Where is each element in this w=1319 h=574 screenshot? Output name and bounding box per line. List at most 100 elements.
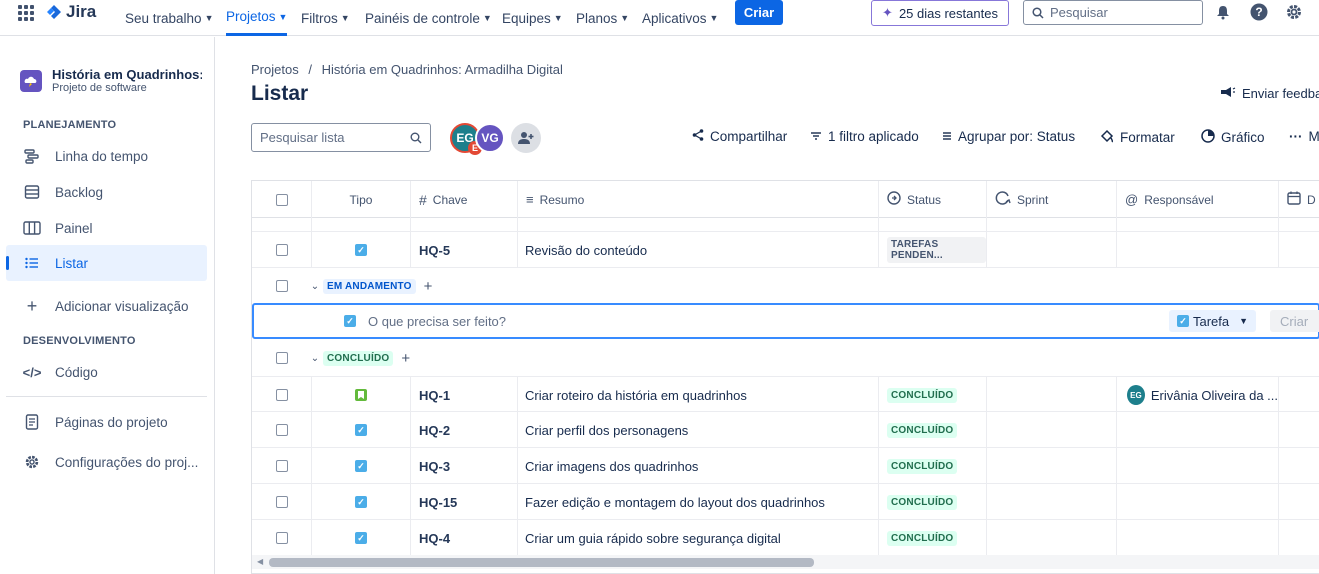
sidebar-item-pages[interactable]: Páginas do projeto xyxy=(6,404,207,440)
status-cell[interactable]: CONCLUÍDO xyxy=(879,448,987,484)
row-checkbox[interactable] xyxy=(275,389,288,401)
issue-key[interactable]: HQ-1 xyxy=(419,388,450,403)
sprint-cell[interactable] xyxy=(987,448,1117,484)
format-button[interactable]: Formatar xyxy=(1100,129,1175,146)
share-button[interactable]: Compartilhar xyxy=(692,129,787,144)
column-sprint[interactable]: Sprint xyxy=(987,181,1117,218)
sprint-cell[interactable] xyxy=(987,377,1117,413)
sidebar-item-timeline[interactable]: Linha do tempo xyxy=(6,138,207,174)
select-all-checkbox[interactable] xyxy=(275,193,288,206)
issue-summary[interactable]: Criar um guia rápido sobre segurança dig… xyxy=(525,531,781,546)
add-issue-icon[interactable]: + xyxy=(424,278,433,295)
jira-logo[interactable]: Jira xyxy=(46,2,96,22)
nav-paineis[interactable]: Painéis de controle ▼ xyxy=(365,0,492,36)
sidebar-item-code[interactable]: </> Código xyxy=(6,354,207,390)
row-checkbox[interactable] xyxy=(275,496,288,508)
search-input[interactable]: Pesquisar xyxy=(1023,0,1203,25)
key-cell[interactable]: HQ-3 xyxy=(411,448,518,484)
column-status[interactable]: Status xyxy=(879,181,987,218)
project-header[interactable]: História em Quadrinhos:... Projeto de so… xyxy=(20,67,202,94)
help-icon[interactable]: ? xyxy=(1249,2,1269,22)
column-date[interactable]: D xyxy=(1279,181,1319,218)
summary-cell[interactable]: Criar imagens dos quadrinhos xyxy=(518,448,879,484)
assignee-cell[interactable] xyxy=(1117,484,1279,520)
issue-key[interactable]: HQ-15 xyxy=(419,495,457,510)
sprint-cell[interactable] xyxy=(987,484,1117,520)
summary-cell[interactable]: Criar perfil dos personagens xyxy=(518,412,879,448)
add-issue-icon[interactable]: + xyxy=(401,350,410,367)
assignee-cell[interactable]: EG Erivânia Oliveira da ... xyxy=(1117,377,1279,413)
create-issue-button[interactable]: Criar xyxy=(1270,310,1319,332)
filter-button[interactable]: 1 filtro aplicado xyxy=(810,129,919,144)
scroll-left-icon[interactable]: ◀ xyxy=(257,557,263,566)
key-cell[interactable]: HQ-1 xyxy=(411,377,518,413)
group-checkbox[interactable] xyxy=(276,280,288,292)
issue-summary[interactable]: Criar roteiro da história em quadrinhos xyxy=(525,388,747,403)
nav-equipes[interactable]: Equipes ▼ xyxy=(502,0,563,36)
column-summary[interactable]: ≡ Resumo xyxy=(518,181,879,218)
status-badge[interactable]: CONCLUÍDO xyxy=(887,458,958,474)
app-switcher-icon[interactable] xyxy=(18,5,34,21)
status-badge[interactable]: CONCLUÍDO xyxy=(887,422,958,438)
sprint-cell[interactable] xyxy=(987,412,1117,448)
sidebar-item-backlog[interactable]: Backlog xyxy=(6,174,207,210)
sprint-cell[interactable] xyxy=(987,232,1117,268)
summary-cell[interactable]: Revisão do conteúdo xyxy=(518,232,879,268)
add-view-button[interactable]: + Adicionar visualização xyxy=(6,288,207,324)
breadcrumb-project[interactable]: História em Quadrinhos: Armadilha Digita… xyxy=(322,62,563,77)
table-row[interactable]: ✓ HQ-15 Fazer edição e montagem do layou… xyxy=(252,484,1319,520)
key-cell[interactable]: HQ-4 xyxy=(411,520,518,556)
group-header-done[interactable]: ⌄ CONCLUÍDO + xyxy=(252,340,1319,376)
add-people-icon[interactable] xyxy=(511,123,541,153)
issue-type-select[interactable]: ✓ Tarefa ▼ xyxy=(1169,310,1257,332)
summary-cell[interactable]: Criar roteiro da história em quadrinhos xyxy=(518,377,879,413)
table-row[interactable]: ✓ HQ-3 Criar imagens dos quadrinhos CONC… xyxy=(252,448,1319,484)
status-cell[interactable]: CONCLUÍDO xyxy=(879,520,987,556)
assignee-cell[interactable] xyxy=(1117,520,1279,556)
scrollbar-thumb[interactable] xyxy=(269,558,814,567)
status-cell[interactable]: CONCLUÍDO xyxy=(879,484,987,520)
create-button[interactable]: Criar xyxy=(735,0,783,25)
status-cell[interactable]: CONCLUÍDO xyxy=(879,377,987,413)
key-cell[interactable]: HQ-5 xyxy=(411,232,518,268)
horizontal-scrollbar[interactable]: ◀ xyxy=(252,555,1319,569)
assignee-cell[interactable] xyxy=(1117,412,1279,448)
row-checkbox[interactable] xyxy=(275,244,288,256)
table-row[interactable]: ✓ HQ-2 Criar perfil dos personagens CONC… xyxy=(252,412,1319,448)
row-checkbox[interactable] xyxy=(275,424,288,436)
issue-key[interactable]: HQ-3 xyxy=(419,459,450,474)
sprint-cell[interactable] xyxy=(987,520,1117,556)
row-checkbox[interactable] xyxy=(275,532,288,544)
nav-projetos[interactable]: Projetos ▼ xyxy=(226,0,288,36)
status-cell[interactable]: TAREFAS PENDEN... xyxy=(879,232,987,268)
create-issue-input[interactable]: O que precisa ser feito? xyxy=(368,314,506,329)
chart-button[interactable]: Gráfico xyxy=(1201,129,1265,146)
issue-key[interactable]: HQ-4 xyxy=(419,531,450,546)
issue-summary[interactable]: Criar perfil dos personagens xyxy=(525,423,688,438)
column-assignee[interactable]: @ Responsável xyxy=(1117,181,1279,218)
nav-filtros[interactable]: Filtros ▼ xyxy=(301,0,350,36)
column-type[interactable]: Tipo xyxy=(312,181,411,218)
group-by-button[interactable]: Agrupar por: Status xyxy=(942,129,1075,144)
list-search-input[interactable]: Pesquisar lista xyxy=(251,123,431,152)
issue-summary[interactable]: Criar imagens dos quadrinhos xyxy=(525,459,698,474)
more-button[interactable]: ··· Ma xyxy=(1289,129,1319,144)
avatar-vg[interactable]: VG xyxy=(475,123,505,153)
status-badge[interactable]: CONCLUÍDO xyxy=(887,494,958,510)
issue-summary[interactable]: Revisão do conteúdo xyxy=(525,243,647,258)
row-checkbox[interactable] xyxy=(275,460,288,472)
settings-gear-icon[interactable] xyxy=(1284,2,1304,22)
key-cell[interactable]: HQ-2 xyxy=(411,412,518,448)
nav-seu-trabalho[interactable]: Seu trabalho ▼ xyxy=(125,0,213,36)
inline-create-row[interactable]: ✓ O que precisa ser feito? ✓ Tarefa ▼ Cr… xyxy=(252,303,1319,339)
sidebar-item-settings[interactable]: Configurações do proj... xyxy=(6,444,207,480)
table-row[interactable]: ✓ HQ-5 Revisão do conteúdo TAREFAS PENDE… xyxy=(252,232,1319,268)
group-header-in-progress[interactable]: ⌄ EM ANDAMENTO + xyxy=(252,268,1319,304)
trial-button[interactable]: ✦ 25 dias restantes xyxy=(871,0,1009,26)
key-cell[interactable]: HQ-15 xyxy=(411,484,518,520)
group-checkbox[interactable] xyxy=(276,352,288,364)
select-all-checkbox-cell[interactable] xyxy=(252,181,312,218)
status-badge[interactable]: CONCLUÍDO xyxy=(887,387,958,403)
table-row[interactable]: ✓ HQ-4 Criar um guia rápido sobre segura… xyxy=(252,520,1319,556)
chevron-down-icon[interactable]: ⌄ xyxy=(305,353,325,364)
